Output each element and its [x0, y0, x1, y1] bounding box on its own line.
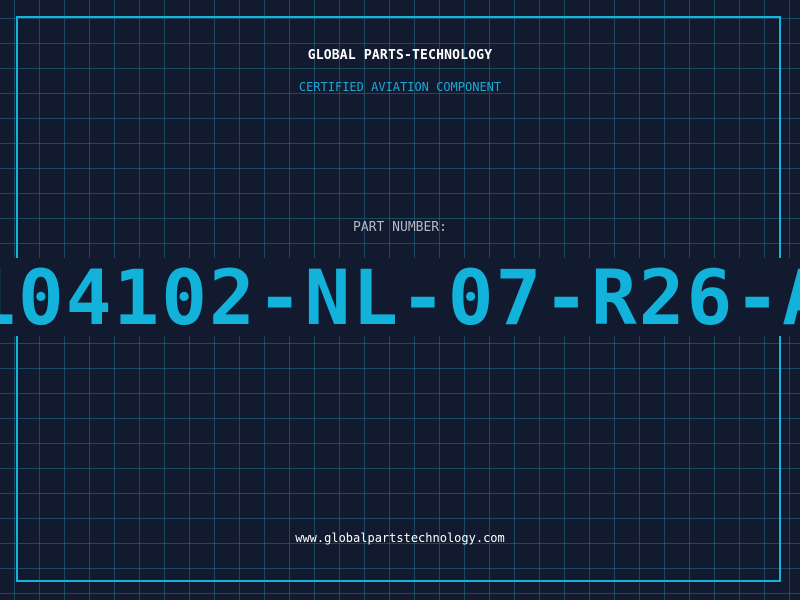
- website-url: www.globalpartstechnology.com: [295, 531, 505, 545]
- part-number-value: 104102-NL-07-R26-A: [0, 253, 800, 342]
- part-number-label: PART NUMBER:: [353, 220, 447, 235]
- certification-subtitle: CERTIFIED AVIATION COMPONENT: [298, 80, 502, 94]
- company-name: GLOBAL PARTS-TECHNOLOGY: [307, 48, 493, 63]
- label-card: GLOBAL PARTS-TECHNOLOGY CERTIFIED AVIATI…: [0, 0, 800, 600]
